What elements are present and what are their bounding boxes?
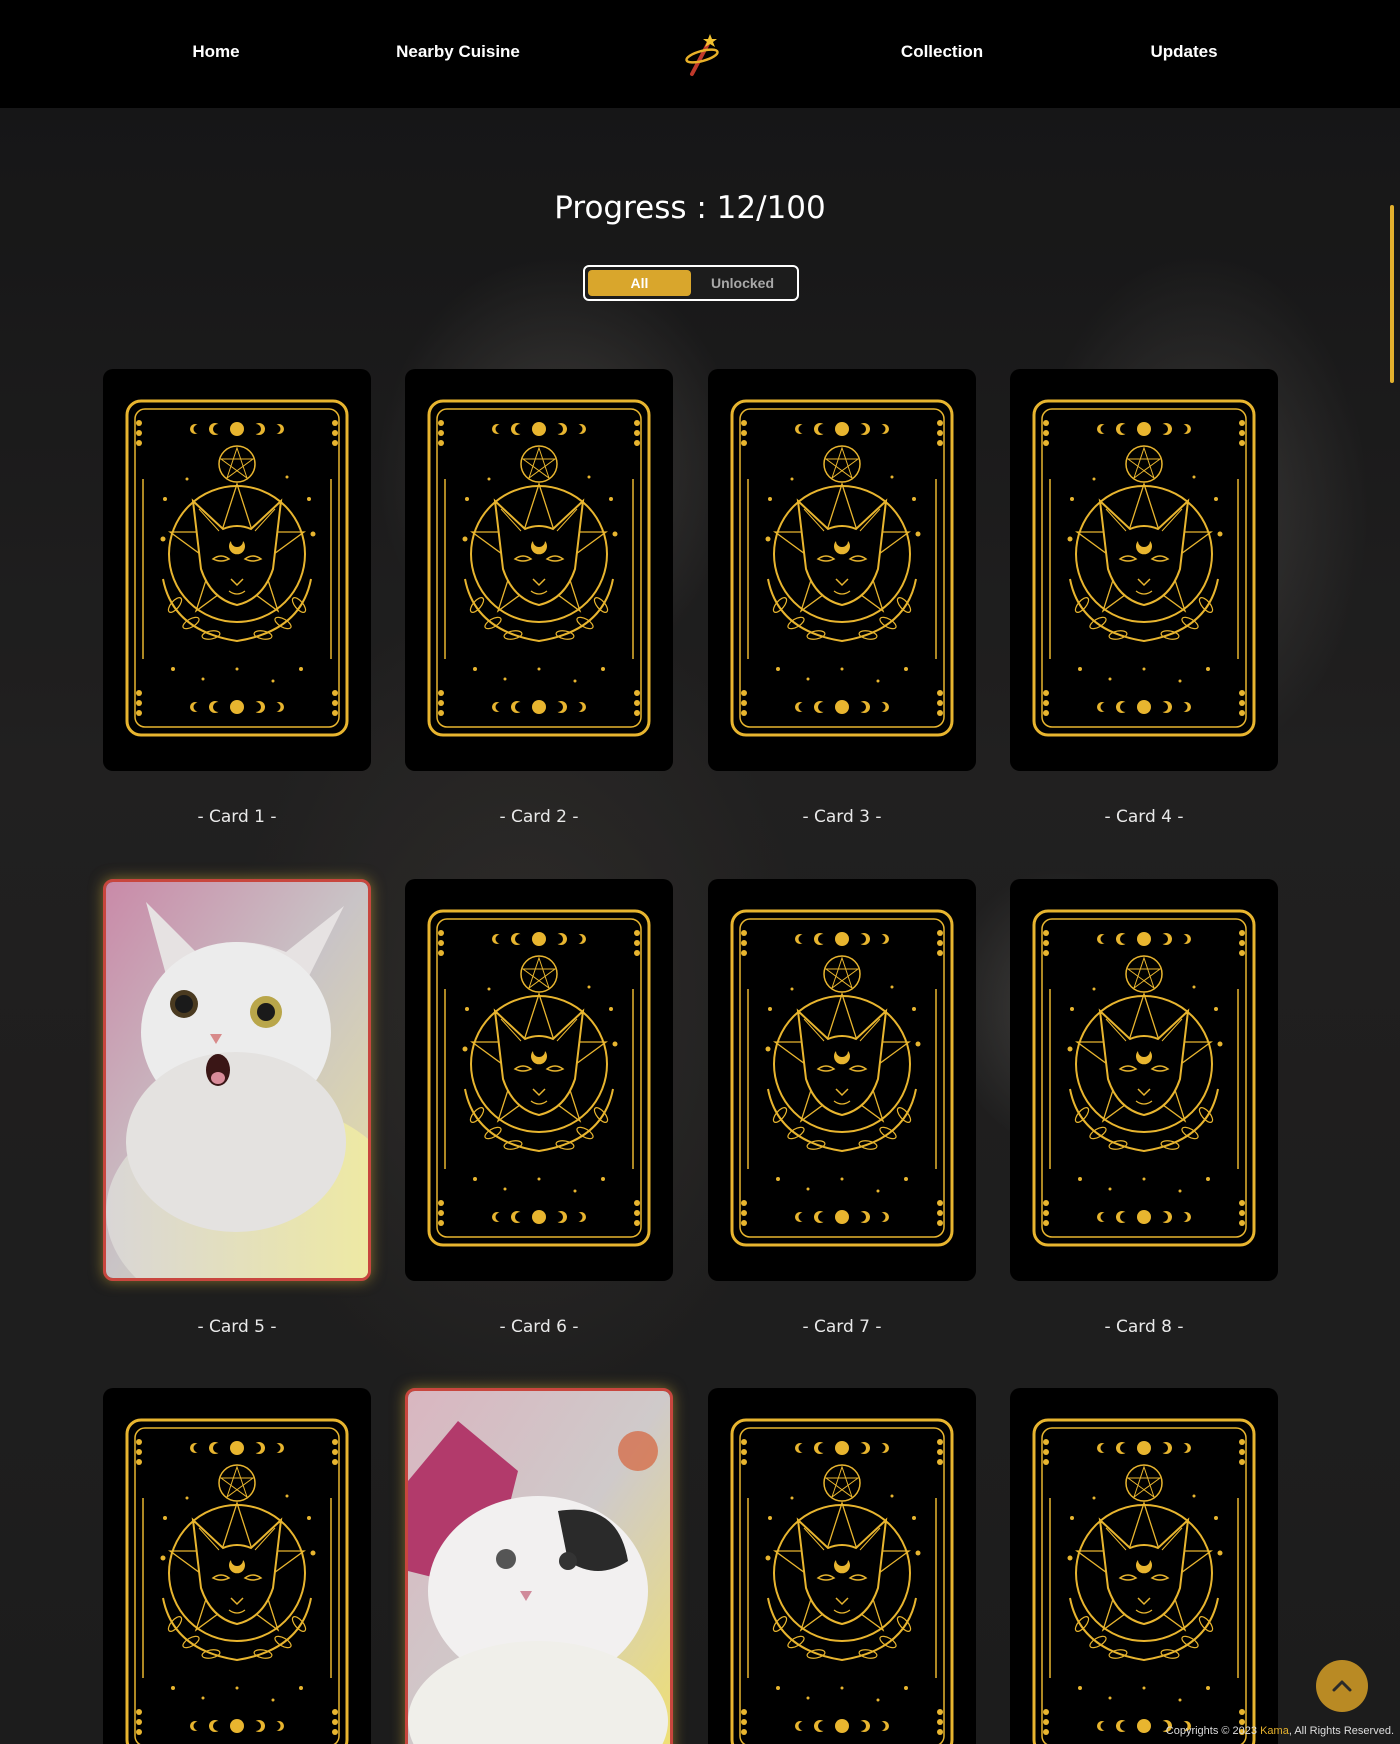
wand-ring-logo-icon[interactable] bbox=[678, 30, 724, 80]
progress-title: Progress : 12/100 bbox=[554, 190, 826, 226]
collection-card-locked[interactable] bbox=[1010, 369, 1278, 771]
collection-card-locked[interactable] bbox=[708, 369, 976, 771]
card-label: - Card 2 - bbox=[499, 807, 579, 827]
tarot-cat-moon-icon bbox=[125, 1418, 349, 1744]
card-label: - Card 4 - bbox=[1104, 807, 1184, 827]
top-nav: Home Nearby Cuisine Collection Updates bbox=[0, 0, 1400, 108]
tarot-cat-moon-icon bbox=[427, 909, 651, 1247]
collection-card-locked[interactable] bbox=[405, 369, 673, 771]
footer-copyright: Copyrights © 2023 Kama, All Rights Reser… bbox=[1166, 1725, 1394, 1737]
white-cat-photo bbox=[106, 882, 368, 1278]
scrollbar-thumb[interactable] bbox=[1390, 205, 1394, 383]
footer-suffix: , All Rights Reserved. bbox=[1288, 1725, 1394, 1737]
collection-card-unlocked[interactable] bbox=[103, 879, 371, 1281]
calico-cat-photo bbox=[408, 1391, 670, 1744]
card-label: - Card 7 - bbox=[802, 1317, 882, 1337]
collection-card-locked[interactable] bbox=[405, 879, 673, 1281]
nav-home[interactable]: Home bbox=[192, 42, 239, 62]
collection-card-locked[interactable] bbox=[1010, 1388, 1278, 1744]
chevron-up-icon bbox=[1332, 1680, 1352, 1692]
tarot-cat-moon-icon bbox=[730, 1418, 954, 1744]
collection-card-locked[interactable] bbox=[708, 879, 976, 1281]
collection-card-unlocked[interactable] bbox=[405, 1388, 673, 1744]
tarot-cat-moon-icon bbox=[730, 909, 954, 1247]
card-label: - Card 6 - bbox=[499, 1317, 579, 1337]
filter-unlocked-button[interactable]: Unlocked bbox=[691, 270, 794, 296]
collection-card-locked[interactable] bbox=[103, 369, 371, 771]
tarot-cat-moon-icon bbox=[1032, 909, 1256, 1247]
tarot-cat-moon-icon bbox=[125, 399, 349, 737]
card-label: - Card 3 - bbox=[802, 807, 882, 827]
tarot-cat-moon-icon bbox=[730, 399, 954, 737]
collection-card-locked[interactable] bbox=[708, 1388, 976, 1744]
nav-updates[interactable]: Updates bbox=[1150, 42, 1217, 62]
card-label: - Card 5 - bbox=[197, 1317, 277, 1337]
tarot-cat-moon-icon bbox=[1032, 1418, 1256, 1744]
filter-all-button[interactable]: All bbox=[588, 270, 691, 296]
card-label: - Card 8 - bbox=[1104, 1317, 1184, 1337]
footer-prefix: Copyrights © 2023 bbox=[1165, 1725, 1261, 1737]
tarot-cat-moon-icon bbox=[1032, 399, 1256, 737]
collection-card-locked[interactable] bbox=[103, 1388, 371, 1744]
back-to-top-button[interactable] bbox=[1316, 1660, 1368, 1712]
nav-nearby-cuisine[interactable]: Nearby Cuisine bbox=[396, 42, 520, 62]
filter-toggle: All Unlocked bbox=[583, 265, 799, 301]
card-label: - Card 1 - bbox=[197, 807, 277, 827]
footer-brand-link[interactable]: Kama bbox=[1260, 1725, 1289, 1737]
collection-card-locked[interactable] bbox=[1010, 879, 1278, 1281]
nav-collection[interactable]: Collection bbox=[901, 42, 983, 62]
tarot-cat-moon-icon bbox=[427, 399, 651, 737]
